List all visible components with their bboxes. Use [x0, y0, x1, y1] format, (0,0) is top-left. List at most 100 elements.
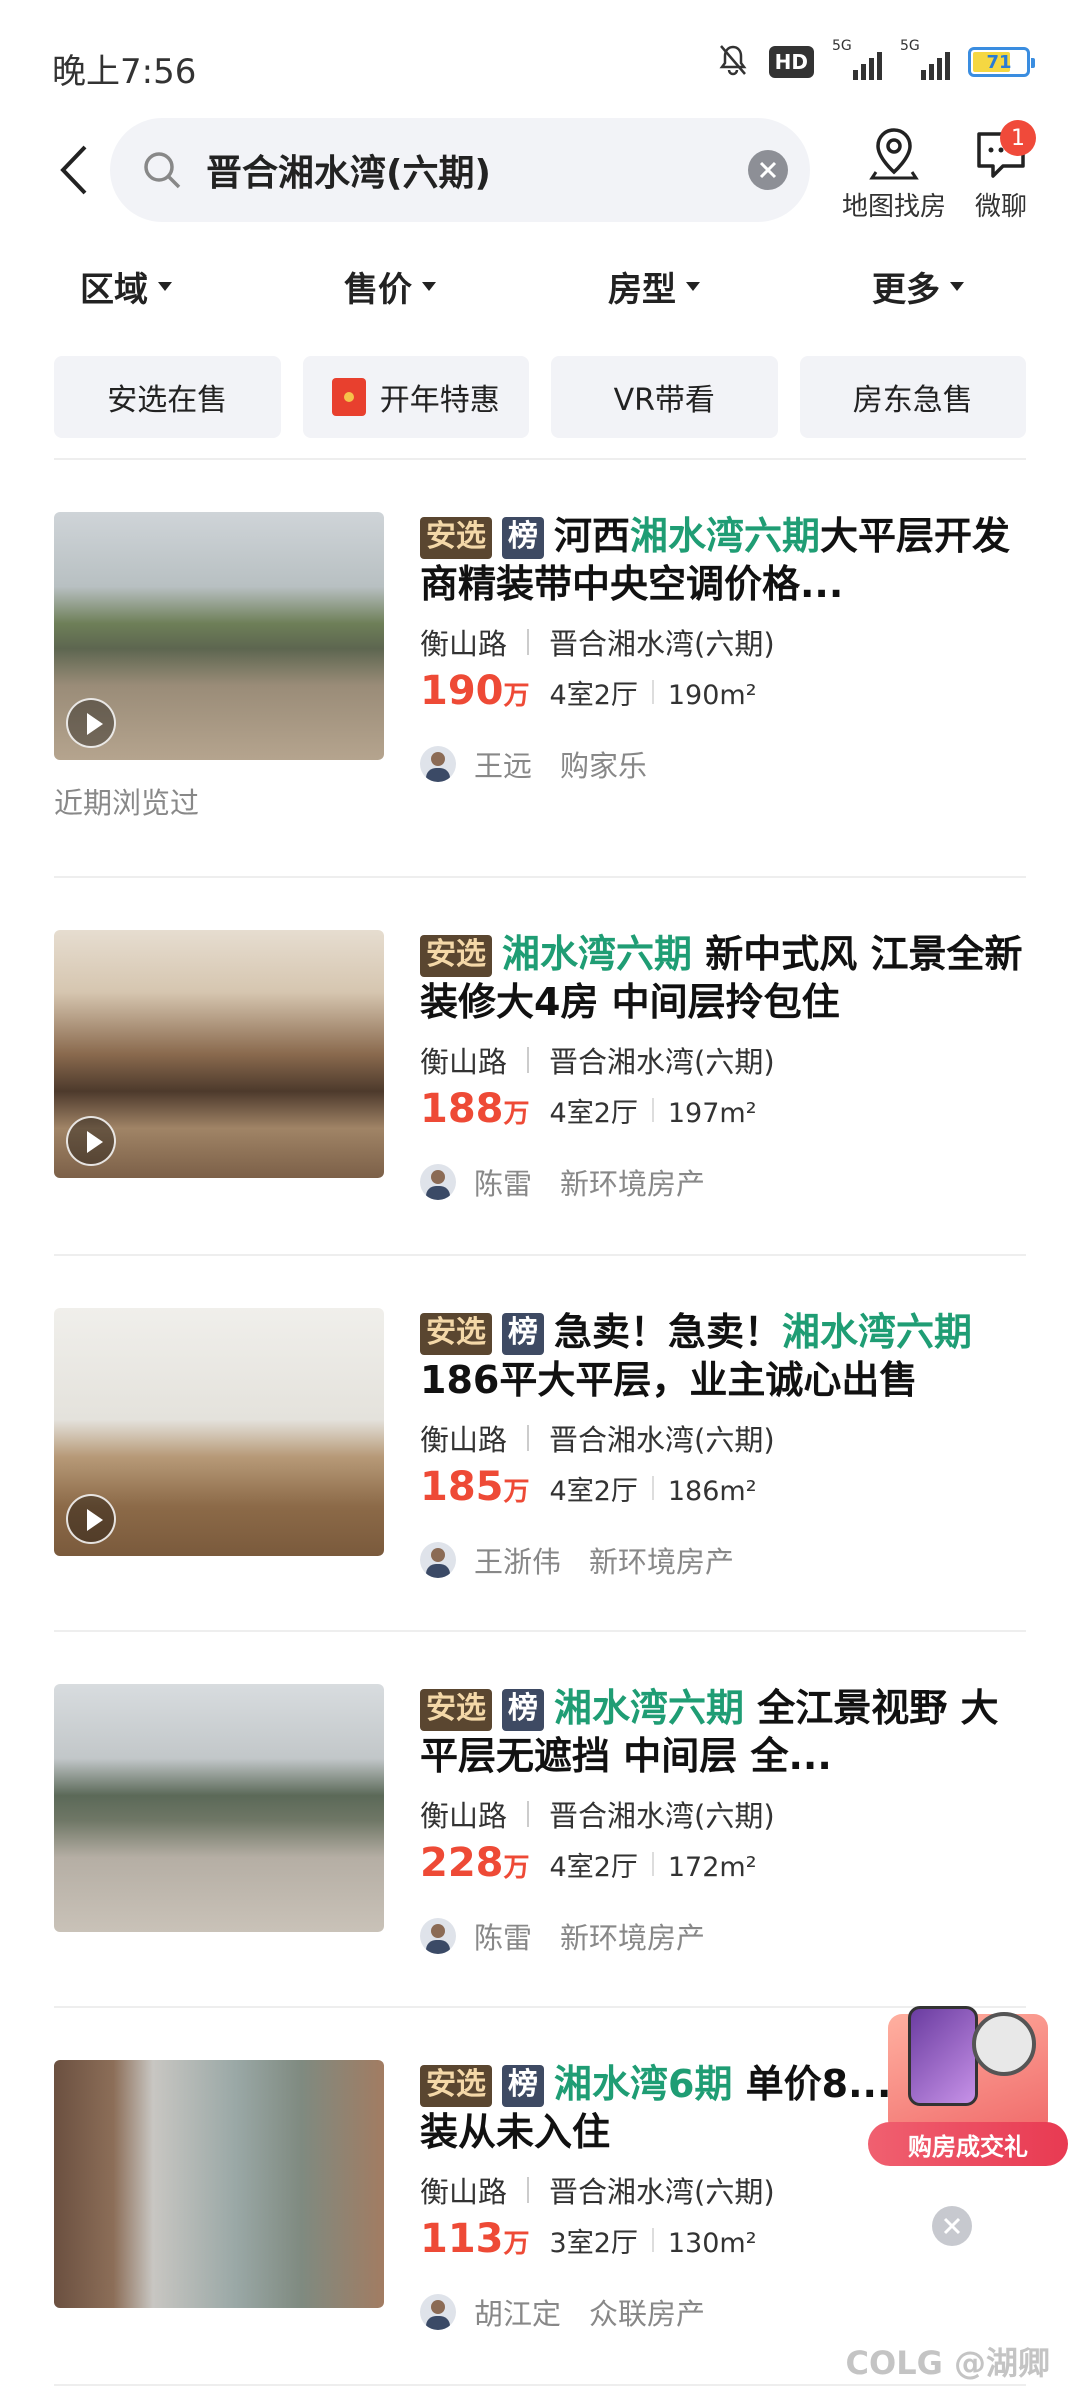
status-time: 晚上7:56	[52, 52, 197, 92]
phone-graphic	[908, 2006, 978, 2106]
close-icon	[759, 161, 777, 179]
mute-bell-icon	[715, 42, 751, 82]
caret-down-icon	[686, 282, 700, 291]
agent-company: 新环境房产	[560, 1167, 706, 1201]
map-pin-icon	[869, 128, 919, 180]
filter-layout[interactable]: 房型	[608, 262, 700, 311]
title-highlight: 湘水湾六期	[630, 514, 821, 558]
agent-name: 王浙伟	[474, 1545, 562, 1579]
community: 晋合湘水湾(六期)	[549, 1423, 775, 1457]
filter-label: 售价	[344, 270, 412, 310]
recently-viewed-note: 近期浏览过	[54, 786, 200, 820]
chip-anxuan-onsale[interactable]: 安选在售	[54, 356, 281, 438]
ranking-tag: 榜	[502, 517, 544, 559]
listing-photo	[54, 1684, 384, 1932]
anxuan-tag: 安选	[420, 2065, 492, 2107]
agent-name: 胡江定	[474, 2297, 562, 2331]
community: 晋合湘水湾(六期)	[549, 627, 775, 661]
street: 衡山路	[420, 1045, 508, 1079]
listing-info: 安选榜湘水湾六期 全江景视野 大平层无遮挡 中间层 全... 衡山路 晋合湘水湾(…	[420, 1684, 1026, 1958]
filter-label: 房型	[608, 270, 676, 310]
price-unit: 万	[503, 1853, 530, 1883]
listing-card[interactable]: 安选榜湘水湾六期 全江景视野 大平层无遮挡 中间层 全... 衡山路 晋合湘水湾(…	[54, 1684, 1026, 1984]
anxuan-tag: 安选	[420, 935, 492, 977]
listing-photo	[54, 512, 384, 760]
listing-card[interactable]: 安选 湘水湾六期 新中式风 江景全新装修大4房 中间层拎包住 衡山路 晋合湘水湾(六…	[54, 930, 1026, 1230]
street: 衡山路	[420, 2175, 508, 2209]
back-button[interactable]	[44, 138, 104, 202]
listing-card[interactable]: 安选榜急卖！急卖！湘水湾六期186平大平层，业主诚心出售 衡山路 晋合湘水湾(六期…	[54, 1308, 1026, 1608]
chip-label: 开年特惠	[379, 383, 500, 418]
status-bar: 晚上7:56 HD 5G 5G 71	[0, 0, 1080, 120]
listing-title: 安选榜急卖！急卖！湘水湾六期186平大平层，业主诚心出售	[420, 1308, 1026, 1404]
agent-info[interactable]: 王远 购家乐	[420, 742, 1026, 786]
watch-graphic	[972, 2012, 1036, 2076]
chip-new-year-deal[interactable]: 开年特惠	[302, 356, 529, 438]
agent-company: 购家乐	[560, 749, 648, 783]
map-search-button[interactable]: 地图找房	[834, 126, 954, 223]
clear-search-button[interactable]	[748, 150, 788, 190]
room-layout: 4室2厅	[549, 1098, 638, 1129]
price-line: 190 万 4室2厅 190m²	[420, 668, 1026, 728]
agent-info[interactable]: 陈雷 新环境房产	[420, 1160, 1026, 1204]
floor-area: 130m²	[667, 2228, 757, 2259]
caret-down-icon	[950, 282, 964, 291]
price: 188	[420, 1086, 504, 1132]
agent-name: 陈雷	[474, 1921, 533, 1955]
title-text: 河西	[554, 514, 631, 558]
battery-level: 71	[986, 51, 1012, 73]
filter-price[interactable]: 售价	[344, 262, 436, 311]
chip-urgent-sale[interactable]: 房东急售	[799, 356, 1026, 438]
signal-icon: 5G	[832, 38, 882, 80]
filter-region[interactable]: 区域	[80, 262, 172, 311]
listing-title: 安选榜湘水湾六期 全江景视野 大平层无遮挡 中间层 全...	[420, 1684, 1026, 1780]
title-text: 急卖！急卖！	[554, 1310, 783, 1354]
agent-info[interactable]: 王浙伟 新环境房产	[420, 1538, 1026, 1582]
avatar	[420, 1918, 456, 1954]
title-highlight: 湘水湾六期	[782, 1310, 973, 1354]
price-line: 185 万 4室2厅 186m²	[420, 1464, 1026, 1524]
floor-area: 190m²	[667, 680, 757, 711]
listing-location: 衡山路 晋合湘水湾(六期)	[420, 616, 1026, 668]
title-highlight: 湘水湾六期	[502, 932, 693, 976]
community: 晋合湘水湾(六期)	[549, 1045, 775, 1079]
chat-button[interactable]: 1 微聊	[952, 120, 1050, 223]
filter-more[interactable]: 更多	[872, 262, 964, 311]
price-line: 188 万 4室2厅 197m²	[420, 1086, 1026, 1146]
search-icon	[144, 152, 181, 189]
price: 190	[420, 668, 504, 714]
agent-info[interactable]: 陈雷 新环境房产	[420, 1914, 1026, 1958]
price: 228	[420, 1840, 504, 1886]
price-unit: 万	[503, 1477, 530, 1507]
search-input[interactable]: 晋合湘水湾(六期)	[110, 118, 810, 222]
avatar	[420, 2294, 456, 2330]
purchase-gift-promo[interactable]: 购房成交礼	[868, 1992, 1068, 2170]
listing-title: 安选榜河西湘水湾六期大平层开发商精装带中央空调价格...	[420, 512, 1026, 608]
divider	[54, 458, 1026, 460]
caret-down-icon	[422, 282, 436, 291]
red-envelope-icon	[331, 378, 366, 416]
avatar	[420, 746, 456, 782]
network-label: 5G	[832, 38, 852, 54]
room-layout: 3室2厅	[549, 2228, 638, 2259]
divider	[54, 2384, 1026, 2386]
room-layout: 4室2厅	[549, 680, 638, 711]
caret-down-icon	[158, 282, 172, 291]
chevron-left-icon	[60, 145, 87, 195]
agent-info[interactable]: 胡江定 众联房产	[420, 2290, 1026, 2334]
listing-location: 衡山路 晋合湘水湾(六期)	[420, 1412, 1026, 1464]
listing-location: 衡山路 晋合湘水湾(六期)	[420, 1034, 1026, 1086]
close-promo-button[interactable]	[932, 2206, 972, 2246]
title-highlight: 湘水湾六期	[554, 1686, 745, 1730]
chip-vr-tour[interactable]: VR带看	[551, 356, 778, 438]
listing-info: 安选榜急卖！急卖！湘水湾六期186平大平层，业主诚心出售 衡山路 晋合湘水湾(六期…	[420, 1308, 1026, 1582]
street: 衡山路	[420, 627, 508, 661]
agent-company: 新环境房产	[589, 1545, 735, 1579]
price: 113	[420, 2216, 504, 2262]
network-label: 5G	[900, 38, 920, 54]
street: 衡山路	[420, 1423, 508, 1457]
listing-photo	[54, 1308, 384, 1556]
price-line: 228 万 4室2厅 172m²	[420, 1840, 1026, 1900]
listing-card[interactable]: 安选榜河西湘水湾六期大平层开发商精装带中央空调价格... 衡山路 晋合湘水湾(六期…	[54, 512, 1026, 820]
agent-name: 陈雷	[474, 1167, 533, 1201]
